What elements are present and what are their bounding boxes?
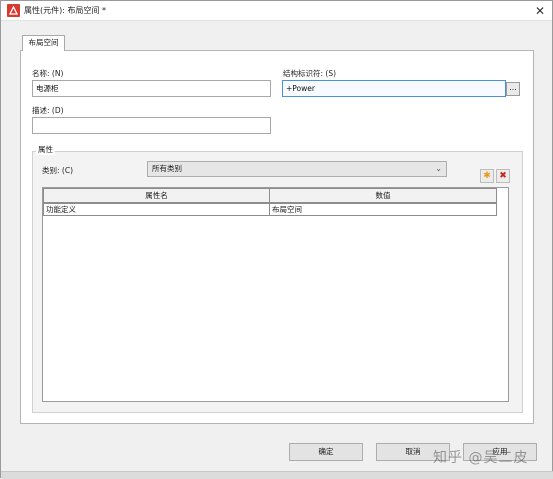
name-label: 名称: (N) — [32, 69, 64, 78]
add-property-button[interactable]: ✱ — [480, 169, 494, 183]
properties-group-title: 属性 — [36, 144, 55, 155]
close-icon[interactable]: ✕ — [532, 3, 548, 19]
chevron-down-icon: ⌄ — [435, 164, 442, 173]
browse-button[interactable]: ... — [506, 82, 520, 96]
delete-property-button[interactable]: ✖ — [496, 169, 510, 183]
window-title: 属性(元件): 布局空间 * — [24, 6, 107, 15]
tab-layout-space[interactable]: 布局空间 — [22, 35, 65, 51]
category-select-value: 所有类别 — [152, 164, 182, 173]
description-label: 描述: (D) — [32, 106, 64, 115]
properties-table: 属性名 数值 功能定义 布局空间 — [42, 187, 509, 402]
description-field[interactable] — [32, 117, 271, 134]
title-bar: 属性(元件): 布局空间 * ✕ — [1, 1, 552, 21]
column-header-value[interactable]: 数值 — [269, 188, 497, 203]
category-select[interactable]: 所有类别 ⌄ — [147, 161, 447, 177]
category-label: 类别: (C) — [42, 166, 73, 175]
table-cell-value[interactable]: 布局空间 — [269, 203, 497, 216]
column-header-name[interactable]: 属性名 — [43, 188, 270, 203]
properties-dialog: 属性(元件): 布局空间 * ✕ 布局空间 名称: (N) 电源柜 结构标识符:… — [0, 0, 553, 479]
table-cell-name[interactable]: 功能定义 — [43, 203, 270, 216]
struct-id-label: 结构标识符: (S) — [283, 69, 337, 78]
ok-button[interactable]: 确定 — [289, 443, 363, 461]
name-field[interactable]: 电源柜 — [32, 80, 271, 97]
app-logo-icon — [7, 4, 20, 17]
watermark: 知乎 @吴二皮 — [433, 450, 529, 466]
struct-id-field[interactable]: +Power — [282, 80, 506, 97]
